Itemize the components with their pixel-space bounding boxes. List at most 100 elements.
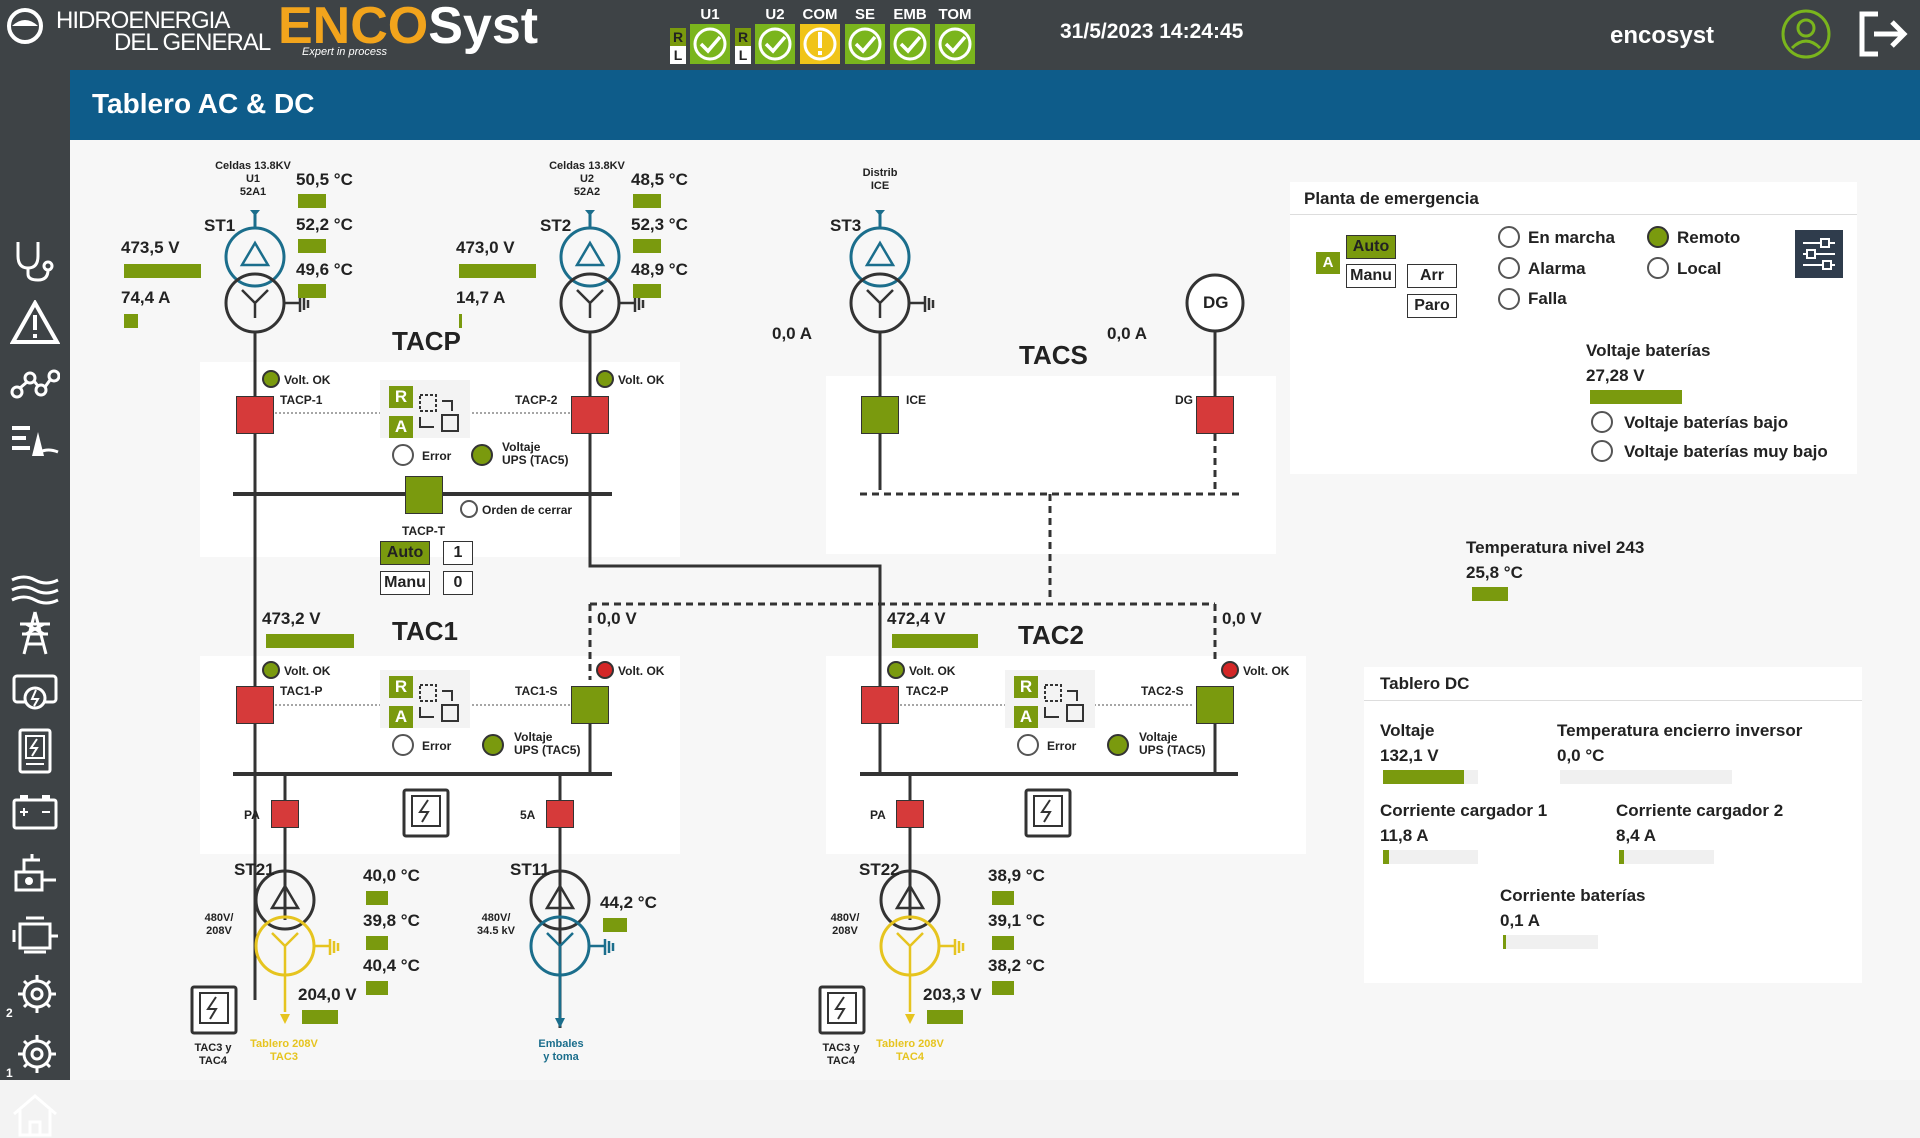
dc-voltaje-bar-bg [1383,770,1478,784]
st3-source: Distrib ICE [862,167,898,192]
tac2-voltage-right: 0,0 V [1222,609,1262,628]
tacp-r-label[interactable]: R [389,386,413,408]
st21-ratio: 480V/208V [204,912,234,937]
st22-temp2-bar [992,936,1014,950]
tacp-error: Error [422,449,452,463]
planta-manu-button[interactable]: Manu [1346,264,1396,288]
tac1-volt-ok2-indicator [596,661,614,679]
tac2-volt-ok2: Volt. OK [1243,664,1290,678]
tac2-pa-breaker[interactable] [896,800,924,828]
tac1-s-breaker[interactable] [571,686,609,724]
st2-temp3: 48,9 °C [631,260,688,279]
settings-sliders-icon[interactable] [1795,230,1843,278]
dc-divider [1364,700,1862,701]
tacp-auto-button[interactable]: Auto [380,541,430,565]
st1-temp1-bar [298,194,326,208]
dc-temp-value: 0,0 °C [1557,746,1605,765]
tac2-p-breaker[interactable] [861,686,899,724]
st2-temp1-bar [633,194,661,208]
st1-voltage-bar [124,264,201,278]
tac2-s-breaker[interactable] [1196,686,1234,724]
temp243-value: 25,8 °C [1466,563,1523,582]
tacp-a-label[interactable]: A [389,416,413,438]
tac2-panel-icon[interactable] [1024,788,1072,838]
tac1-pa-label: PA [244,808,260,822]
tacp-1-breaker[interactable] [236,396,274,434]
tac2-r-label[interactable]: R [1014,676,1038,698]
ice-breaker[interactable] [861,396,899,434]
tacp-2-label: TACP-2 [515,393,558,407]
tacp-transfer-icon [419,394,459,432]
tac1-error-indicator [392,734,414,756]
st11-ratio: 480V/34.5 kV [477,912,515,937]
tac1-r-label[interactable]: R [389,676,413,698]
planta-auto-button[interactable]: Auto [1346,235,1396,259]
dc-c1-label: Corriente cargador 1 [1380,801,1548,820]
tacp-ups-indicator [471,444,493,466]
tac1-transfer-icon [419,684,459,722]
st21-voltage-bar [302,1010,338,1024]
tac2-ups-label: Voltaje UPS (TAC5) [1139,730,1206,757]
st21-temp2-bar [366,936,388,950]
tac1-p-label: TAC1-P [280,684,323,698]
tac2-error-indicator [1017,734,1039,756]
remoto-label: Remoto [1677,228,1741,247]
st22-ratio: 480V/208V [830,912,860,937]
tacs-title: TACS [1019,340,1088,370]
st22-panel-icon[interactable] [818,985,866,1035]
tacp-2-breaker[interactable] [571,396,609,434]
tacp-volt-ok1: Volt. OK [284,373,331,387]
tac2-p-label: TAC2-P [906,684,949,698]
planta-divider [1290,214,1857,215]
st22-voltage: 203,3 V [923,985,982,1004]
st21-panel-icon[interactable] [190,985,238,1035]
dg-breaker[interactable] [1196,396,1234,434]
st1-temp3-bar [298,284,326,298]
orden-cerrar-label: Orden de cerrar [482,503,573,517]
st22-label: ST22 [859,860,900,879]
home-icon[interactable] [10,1092,60,1138]
tac2-voltage-left-bar [892,634,978,648]
st2-temp3-bar [633,284,661,298]
tac1-panel-icon[interactable] [402,788,450,838]
tacs-current1: 0,0 A [772,324,813,343]
dc-voltaje-value: 132,1 V [1380,746,1439,765]
tac1-5a-breaker[interactable] [546,800,574,828]
bat-voltage-title: Voltaje baterías [1586,341,1711,360]
tac2-error: Error [1047,739,1077,753]
st1-temp2-bar [298,239,326,253]
tac1-p-breaker[interactable] [236,686,274,724]
tac2-a-label[interactable]: A [1014,706,1038,728]
ice-breaker-label: ICE [906,393,927,407]
tacp-t-breaker[interactable] [405,476,443,514]
tac1-voltage-left-bar [266,634,354,648]
tacp-manu-button[interactable]: Manu [380,571,430,595]
tac1-pa-breaker[interactable] [271,800,299,828]
tac1-voltage-left: 473,2 V [262,609,321,628]
planta-paro-button[interactable]: Paro [1407,294,1457,318]
st21-temp1-bar [366,891,388,905]
orden-cerrar-indicator [460,500,478,518]
tac1-s-label: TAC1-S [515,684,558,698]
st21-temp3-bar [366,981,388,995]
planta-a-label[interactable]: A [1316,252,1340,274]
alarma-label: Alarma [1528,259,1586,278]
st21-label: ST21 [234,860,275,879]
st2-voltage-bar [459,264,536,278]
tac1-error: Error [422,739,452,753]
st1-temp1: 50,5 °C [296,170,353,189]
st2-temp1: 48,5 °C [631,170,688,189]
dc-voltaje-bar [1383,770,1464,784]
tac1-a-label[interactable]: A [389,706,413,728]
planta-arr-button[interactable]: Arr [1407,264,1457,288]
en-marcha-indicator [1498,226,1520,248]
local-indicator [1647,257,1669,279]
st11-temp1: 44,2 °C [600,893,657,912]
tacp-1-label: TACP-1 [280,393,323,407]
tac2-title: TAC2 [1018,620,1084,650]
dc-c1-bar-bg [1383,850,1478,864]
st2-label: ST2 [540,216,572,235]
st2-current: 14,7 A [456,288,506,307]
tacp-volt-ok2-indicator [596,370,614,388]
dc-cb-bar [1503,935,1506,949]
